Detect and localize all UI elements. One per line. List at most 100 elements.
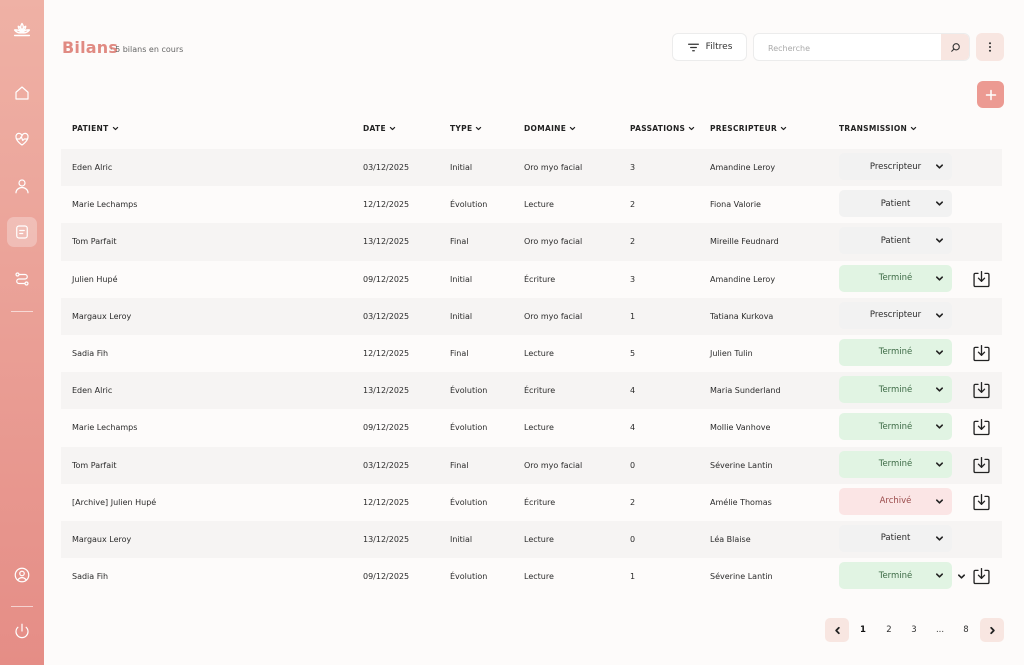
heart-pulse-icon[interactable] <box>7 124 37 154</box>
chevron-down-icon <box>935 199 944 208</box>
transmission-select[interactable]: Terminé <box>839 450 952 478</box>
column-header-transmission[interactable]: TRANSMISSION <box>839 124 917 133</box>
table-row[interactable]: Julien Hupé 09/12/2025 Initial Écriture 3 Ama… <box>61 260 1002 298</box>
table-row[interactable]: Marie Lechamps 12/12/2025 Évolution Lecture… <box>61 186 1002 224</box>
power-icon[interactable] <box>7 616 37 646</box>
search-icon <box>950 42 960 52</box>
page-subtitle: · 5 bilans en cours <box>110 45 184 54</box>
table-row[interactable]: Tom Parfait 13/12/2025 Final Oro myo facial… <box>61 223 1002 261</box>
more-options-button[interactable] <box>976 33 1004 61</box>
chevron-down-icon <box>780 126 787 131</box>
transmission-select[interactable]: Terminé <box>839 338 952 366</box>
download-icon[interactable] <box>971 343 992 364</box>
cell-passations: 1 <box>630 572 636 582</box>
cell-patient: Marie Lechamps <box>72 200 138 210</box>
chevron-down-icon <box>935 497 944 506</box>
column-header-domaine[interactable]: DOMAINE <box>524 124 576 133</box>
cell-patient: Tom Parfait <box>72 237 117 247</box>
user-circle-icon[interactable] <box>7 560 37 590</box>
cell-passations: 3 <box>630 274 636 284</box>
cell-date: 13/12/2025 <box>363 534 410 544</box>
page-number[interactable]: 1 <box>853 618 873 642</box>
page-number[interactable]: 2 <box>879 618 899 642</box>
transmission-select[interactable]: Terminé <box>839 562 952 590</box>
cell-date: 09/12/2025 <box>363 274 410 284</box>
cell-prescripteur: Fiona Valorie <box>710 200 761 210</box>
cell-type: Évolution <box>450 497 488 507</box>
search-button[interactable] <box>941 34 969 60</box>
download-icon[interactable] <box>971 492 992 513</box>
cell-prescripteur: Julien Tulin <box>710 349 753 359</box>
table-row[interactable]: Margaux Leroy 13/12/2025 Initial Lecture 0 Lé… <box>61 520 1002 559</box>
chevron-down-icon <box>112 126 118 131</box>
chevron-down-icon <box>935 571 944 580</box>
transmission-select[interactable]: Prescripteur <box>839 301 952 329</box>
cell-type: Initial <box>450 274 473 284</box>
download-icon[interactable] <box>971 380 992 401</box>
user-icon[interactable] <box>7 171 37 201</box>
add-bilan-button[interactable] <box>977 81 1004 108</box>
page-number[interactable]: 3 <box>904 618 924 642</box>
table-row[interactable]: Eden Alric 13/12/2025 Évolution Écriture 4 Ma… <box>61 372 1002 410</box>
table-row[interactable]: Margaux Leroy 03/12/2025 Initial Oro myo fa… <box>61 297 1002 335</box>
download-icon[interactable] <box>971 269 992 290</box>
cell-passations: 0 <box>630 534 636 544</box>
table-row[interactable]: Marie Lechamps 09/12/2025 Évolution Lecture… <box>61 409 1002 447</box>
table-row[interactable]: Sadia Fih 12/12/2025 Final Lecture 5 Julien T… <box>61 334 1002 373</box>
home-icon[interactable] <box>7 78 37 108</box>
cell-passations: 2 <box>630 237 636 247</box>
previous-page-button[interactable] <box>825 618 849 642</box>
transmission-select[interactable]: Prescripteur <box>839 153 952 180</box>
chevron-down-icon[interactable] <box>957 572 966 581</box>
cell-passations: 4 <box>630 386 636 396</box>
chevron-down-icon <box>935 422 944 431</box>
table-row[interactable]: Sadia Fih 09/12/2025 Évolution Lecture 1 Séve… <box>61 558 1002 596</box>
cell-patient: Margaux Leroy <box>72 311 132 321</box>
cell-prescripteur: Mireille Feudnard <box>710 237 779 247</box>
transmission-select[interactable]: Archivé <box>839 487 952 515</box>
route-icon[interactable] <box>7 264 37 294</box>
cell-passations: 5 <box>630 349 636 359</box>
transmission-select[interactable]: Terminé <box>839 413 952 441</box>
column-header-type[interactable]: TYPE <box>450 124 482 133</box>
cell-patient: Marie Lechamps <box>72 423 138 433</box>
table-row[interactable]: Tom Parfait 03/12/2025 Final Oro myo facial… <box>61 446 1002 484</box>
cell-prescripteur: Amélie Thomas <box>710 497 772 507</box>
next-page-button[interactable] <box>980 618 1004 642</box>
cell-type: Initial <box>450 534 473 544</box>
search-input[interactable] <box>768 40 938 56</box>
cell-passations: 4 <box>630 423 636 433</box>
cell-passations: 0 <box>630 460 636 470</box>
table-row[interactable]: [Archive] Julien Hupé 12/12/2025 Évolution… <box>61 483 1002 521</box>
page-number[interactable]: 8 <box>956 618 976 642</box>
pagination: 1 2 3... 8 <box>825 618 1005 642</box>
transmission-select[interactable]: Patient <box>839 227 952 255</box>
cell-domaine: Lecture <box>524 423 554 433</box>
sidebar-divider <box>11 311 33 312</box>
transmission-select[interactable]: Terminé <box>839 376 952 404</box>
column-header-date[interactable]: DATE <box>363 124 396 133</box>
download-icon[interactable] <box>971 566 992 587</box>
transmission-select[interactable]: Patient <box>839 190 952 218</box>
column-header-prescripteur[interactable]: PRESCRIPTEUR <box>710 124 787 133</box>
download-icon[interactable] <box>971 455 992 476</box>
lotus-logo-icon[interactable] <box>7 15 37 45</box>
cell-date: 03/12/2025 <box>363 163 410 173</box>
cell-patient: Sadia Fih <box>72 572 109 582</box>
sidebar <box>0 0 44 665</box>
column-header-patient[interactable]: PATIENT <box>72 124 119 133</box>
cell-passations: 2 <box>630 200 636 210</box>
table-row[interactable]: Eden Alric 03/12/2025 Initial Oro myo facia… <box>61 149 1002 187</box>
chevron-down-icon <box>935 311 944 320</box>
transmission-select[interactable]: Terminé <box>839 264 952 292</box>
pagination-ellipsis: ... <box>935 625 945 635</box>
cell-patient: Margaux Leroy <box>72 534 132 544</box>
cell-date: 09/12/2025 <box>363 572 410 582</box>
download-icon[interactable] <box>971 417 992 438</box>
document-icon[interactable] <box>7 217 37 247</box>
cell-patient: Eden Alric <box>72 163 113 173</box>
filter-button[interactable]: Filtres <box>672 33 747 61</box>
cell-domaine: Écriture <box>524 497 556 507</box>
transmission-select[interactable]: Patient <box>839 524 952 552</box>
column-header-passations[interactable]: PASSATIONS <box>630 124 695 133</box>
